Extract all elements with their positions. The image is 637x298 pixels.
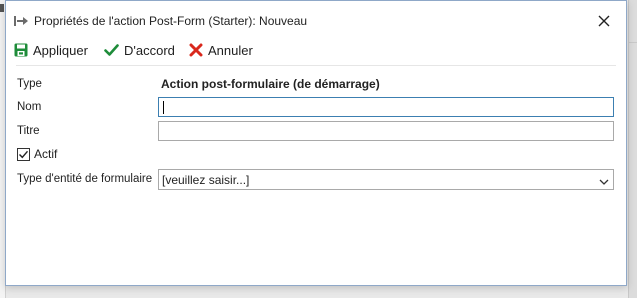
cancel-label: Annuler — [208, 42, 253, 58]
entity-type-label: Type d'entité de formulaire — [17, 173, 153, 185]
close-icon — [598, 15, 610, 27]
name-label: Nom — [17, 101, 42, 113]
ok-label: D'accord — [124, 42, 175, 58]
type-value: Action post-formulaire (de démarrage) — [161, 77, 380, 91]
arrow-right-icon — [13, 13, 29, 29]
entity-type-select[interactable]: [veuillez saisir...] — [158, 169, 614, 190]
cancel-x-icon — [189, 43, 203, 57]
close-button[interactable] — [594, 11, 614, 31]
title-field[interactable] — [158, 121, 614, 141]
checkmark-icon — [104, 43, 119, 57]
window-title: Propriétés de l'action Post-Form (Starte… — [34, 14, 308, 28]
active-checkbox-row: Actif — [17, 147, 57, 161]
ok-button[interactable]: D'accord — [104, 39, 175, 61]
title-label: Titre — [17, 125, 40, 137]
check-icon — [19, 150, 29, 158]
text-caret — [163, 101, 164, 114]
toolbar-divider — [16, 65, 616, 66]
save-icon — [14, 43, 28, 57]
properties-dialog: Propriétés de l'action Post-Form (Starte… — [5, 0, 627, 286]
type-label: Type — [17, 78, 42, 90]
background-mark — [0, 4, 4, 12]
apply-label: Appliquer — [33, 42, 88, 58]
name-field[interactable] — [158, 97, 614, 117]
apply-button[interactable]: Appliquer — [14, 39, 88, 61]
entity-type-value: [veuillez saisir...] — [162, 173, 250, 187]
background-line — [629, 42, 637, 43]
cancel-button[interactable]: Annuler — [189, 39, 253, 61]
toolbar: Appliquer D'accord Annuler — [6, 39, 626, 61]
active-checkbox[interactable] — [17, 147, 30, 161]
title-bar[interactable]: Propriétés de l'action Post-Form (Starte… — [6, 1, 626, 41]
active-label: Actif — [34, 147, 58, 161]
chevron-down-icon — [599, 175, 609, 189]
background-app-right — [628, 0, 637, 298]
